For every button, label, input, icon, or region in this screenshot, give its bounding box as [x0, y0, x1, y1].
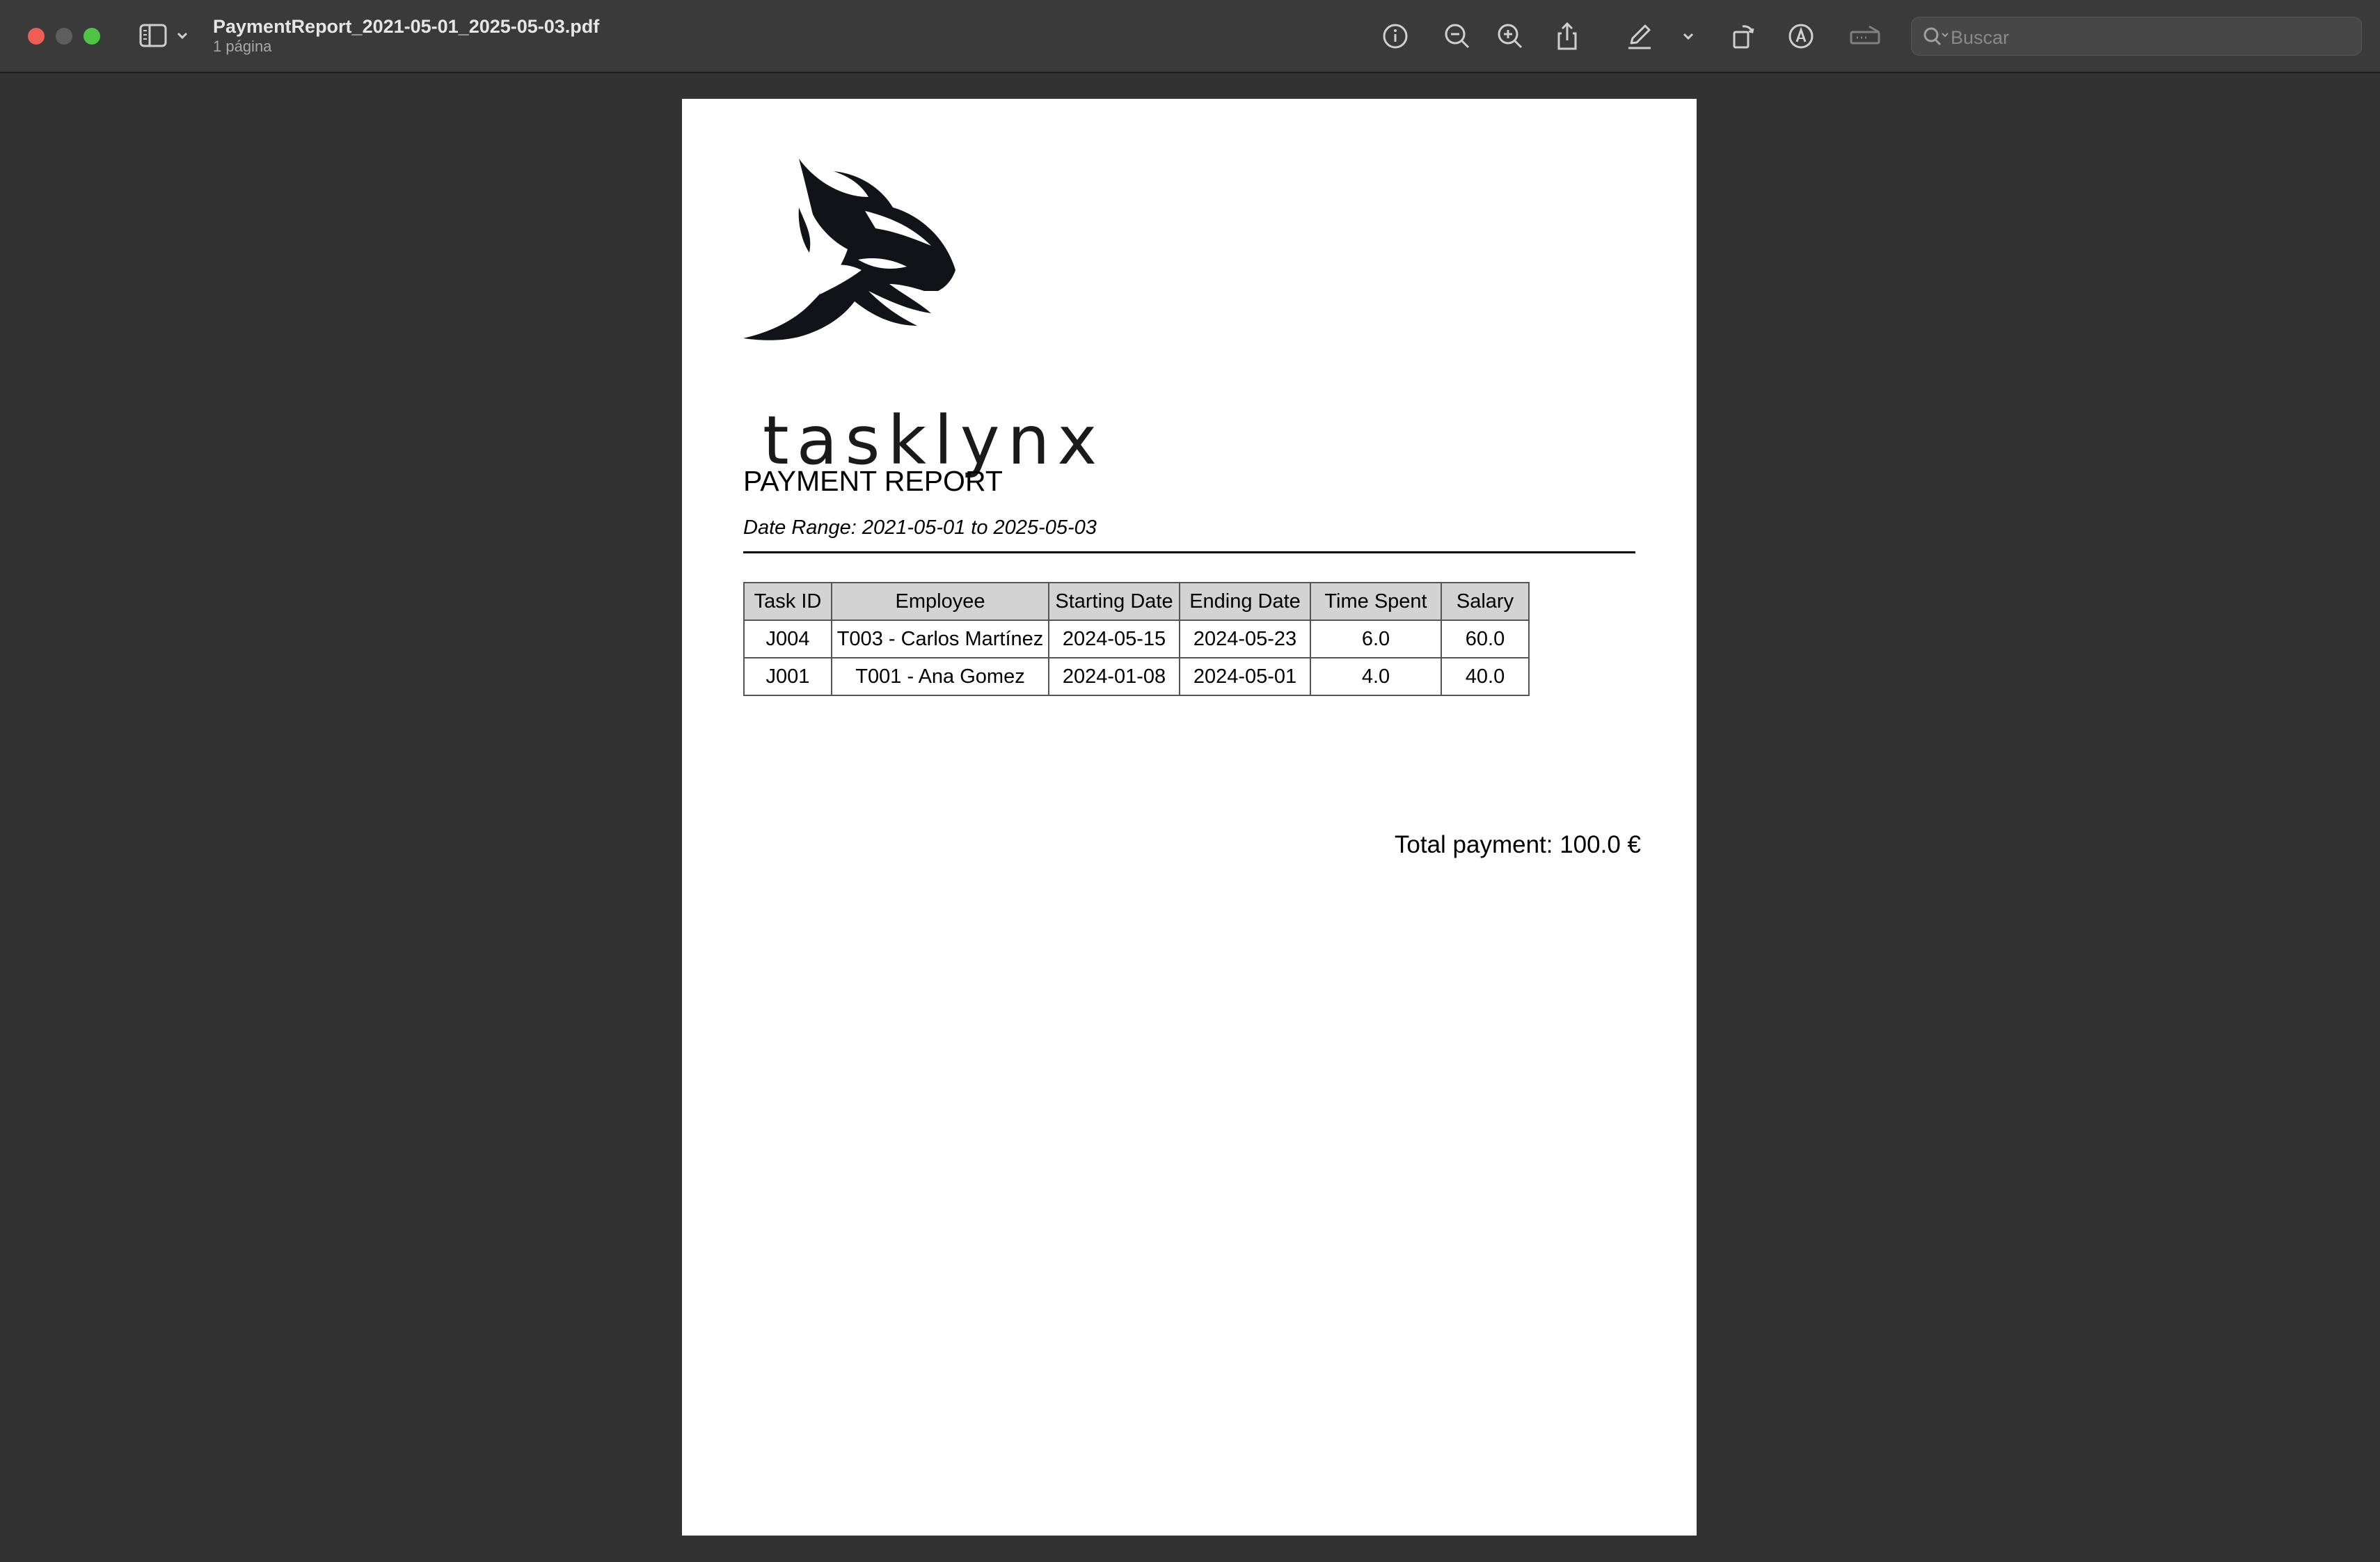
info-icon[interactable]	[1379, 19, 1412, 53]
table-cell: J004	[743, 620, 832, 658]
payment-table: Task ID Employee Starting Date Ending Da…	[743, 582, 1530, 696]
search-icon	[1923, 27, 1949, 46]
column-header: Employee	[831, 582, 1049, 621]
window-title-block: PaymentReport_2021-05-01_2025-05-03.pdf …	[213, 15, 599, 56]
table-cell: 2024-05-01	[1179, 657, 1311, 696]
divider	[743, 551, 1635, 553]
company-logo: tasklynx	[743, 159, 1097, 479]
lynx-logo-icon	[743, 159, 955, 340]
table-cell: 2024-05-23	[1179, 620, 1311, 658]
chevron-down-icon[interactable]	[1672, 19, 1705, 53]
rotate-icon[interactable]	[1727, 19, 1761, 53]
date-range: Date Range: 2021-05-01 to 2025-05-03	[743, 516, 1097, 539]
table-cell: 2024-05-15	[1048, 620, 1180, 658]
table-cell: 6.0	[1310, 620, 1442, 658]
column-header: Salary	[1441, 582, 1530, 621]
total-payment: Total payment: 100.0 €	[1394, 831, 1641, 858]
column-header: Time Spent	[1310, 582, 1442, 621]
search-field[interactable]	[1911, 17, 2362, 56]
table-cell: 4.0	[1310, 657, 1442, 696]
signature-icon[interactable]	[1848, 19, 1882, 53]
document-title: PaymentReport_2021-05-01_2025-05-03.pdf	[213, 16, 600, 37]
zoom-in-icon[interactable]	[1493, 19, 1527, 53]
table-cell: J001	[743, 657, 832, 696]
table-row: J004 T003 - Carlos Martínez 2024-05-15 2…	[743, 620, 1530, 658]
close-window-button[interactable]	[28, 28, 45, 45]
markup-pen-icon[interactable]	[1623, 19, 1656, 53]
sidebar-toggle-button[interactable]	[139, 22, 195, 50]
table-cell: T003 - Carlos Martínez	[831, 620, 1049, 658]
page-count: 1 página	[213, 38, 272, 55]
pdf-page: tasklynx PAYMENT REPORT Date Range: 2021…	[682, 99, 1697, 1536]
zoom-out-icon[interactable]	[1441, 19, 1474, 53]
table-cell: T001 - Ana Gomez	[831, 657, 1049, 696]
report-heading: PAYMENT REPORT	[743, 465, 1003, 497]
table-cell: 2024-01-08	[1048, 657, 1180, 696]
column-header: Starting Date	[1048, 582, 1180, 621]
sidebar-icon	[139, 24, 188, 47]
table-cell: 40.0	[1441, 657, 1530, 696]
column-header: Ending Date	[1179, 582, 1311, 621]
window-toolbar: PaymentReport_2021-05-01_2025-05-03.pdf …	[0, 0, 2380, 73]
column-header: Task ID	[743, 582, 832, 621]
search-input[interactable]	[1949, 22, 2356, 54]
minimize-window-button[interactable]	[56, 28, 72, 45]
annotate-icon[interactable]	[1784, 19, 1818, 53]
table-cell: 60.0	[1441, 620, 1530, 658]
share-icon[interactable]	[1550, 19, 1584, 53]
table-header-row: Task ID Employee Starting Date Ending Da…	[743, 582, 1530, 621]
maximize-window-button[interactable]	[84, 28, 100, 45]
table-row: J001 T001 - Ana Gomez 2024-01-08 2024-05…	[743, 657, 1530, 696]
